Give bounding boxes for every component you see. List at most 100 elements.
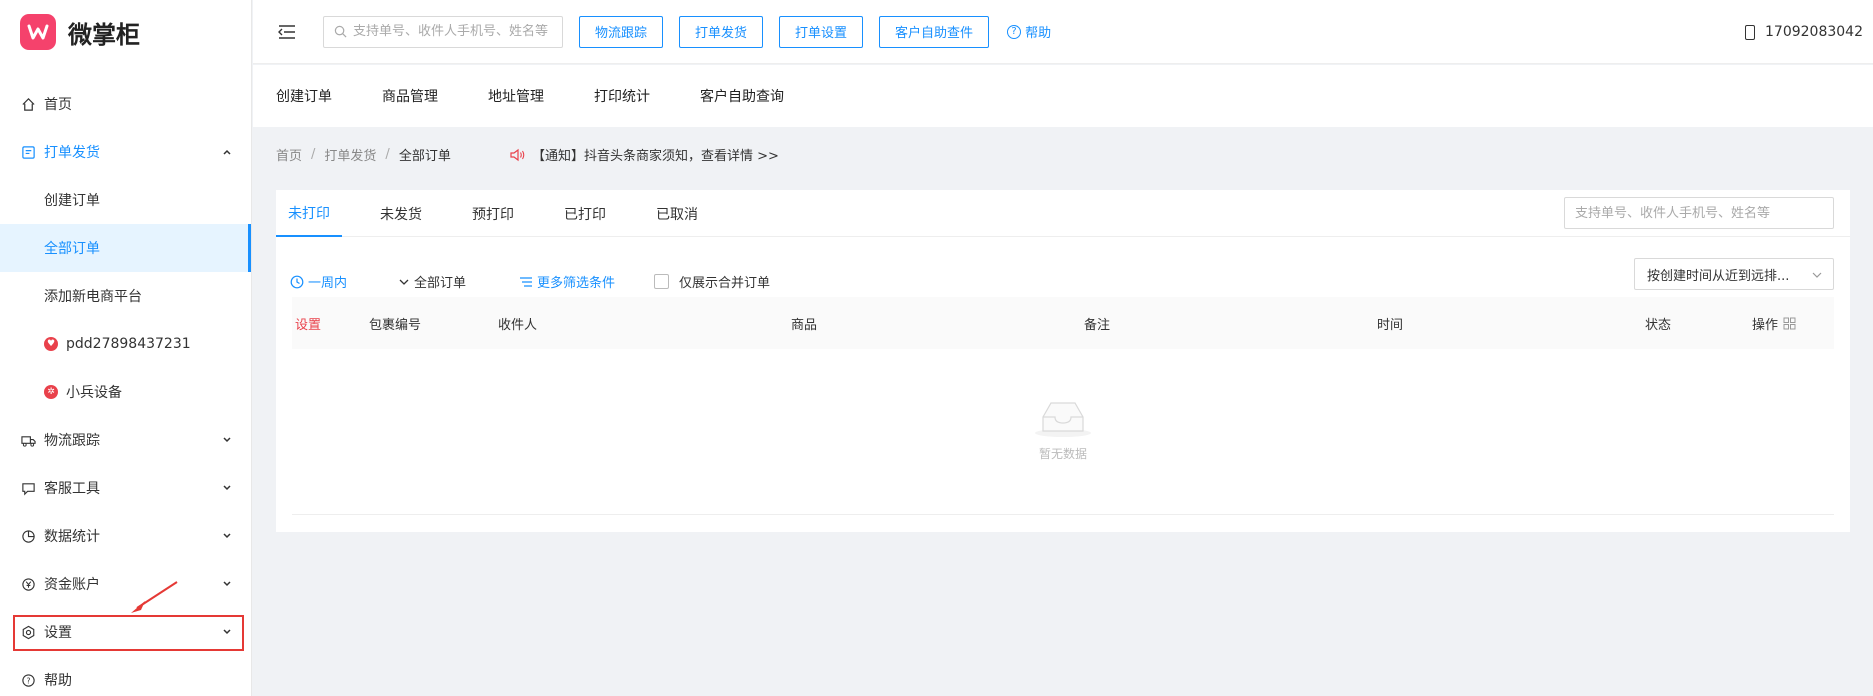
user-account[interactable]: 17092083042 bbox=[1745, 0, 1863, 64]
annotation-arrow-icon bbox=[131, 581, 178, 613]
global-search[interactable] bbox=[323, 15, 563, 48]
chat-icon bbox=[20, 480, 36, 496]
column-time: 时间 bbox=[1377, 317, 1404, 333]
time-range-label: 一周内 bbox=[308, 276, 348, 291]
sidebar-item-help[interactable]: ? 帮助 bbox=[0, 656, 251, 696]
sidebar-item-statistics[interactable]: 数据统计 bbox=[0, 512, 251, 560]
sidebar-subitem-device[interactable]: ✲ 小兵设备 bbox=[0, 368, 251, 416]
column-product: 商品 bbox=[791, 317, 818, 333]
tab-printed[interactable]: 已打印 bbox=[552, 190, 618, 237]
grid-settings-icon[interactable] bbox=[1783, 317, 1796, 330]
breadcrumb-current: 全部订单 bbox=[398, 149, 451, 164]
notice-banner[interactable]: 【通知】抖音头条商家须知，查看详情 >> bbox=[510, 145, 779, 164]
quicknav-print-stats[interactable]: 打印统计 bbox=[594, 86, 650, 106]
clock-icon bbox=[290, 275, 304, 288]
divider bbox=[292, 514, 1834, 515]
column-remark: 备注 bbox=[1084, 317, 1111, 333]
truck-icon bbox=[20, 432, 36, 448]
sidebar-subitem-label: pdd27898437231 bbox=[66, 336, 191, 352]
self-service-tracking-button[interactable]: 客户自助查件 bbox=[879, 15, 990, 48]
chevron-down-icon bbox=[223, 581, 231, 587]
order-tabs: 未打印 未发货 预打印 已打印 已取消 bbox=[276, 190, 1850, 237]
sidebar-subitem-label: 全部订单 bbox=[44, 241, 100, 257]
checkbox[interactable] bbox=[654, 274, 669, 289]
pie-chart-icon bbox=[20, 528, 36, 544]
user-phone-number: 17092083042 bbox=[1765, 24, 1863, 40]
tab-preprinted[interactable]: 预打印 bbox=[460, 190, 526, 237]
tab-cancelled[interactable]: 已取消 bbox=[644, 190, 710, 237]
notice-text: 【通知】抖音头条商家须知，查看详情 >> bbox=[532, 149, 779, 164]
order-search-input[interactable] bbox=[1575, 205, 1825, 221]
chevron-down-icon bbox=[223, 485, 231, 491]
sidebar-item-home[interactable]: 首页 bbox=[0, 80, 251, 128]
column-settings[interactable]: 设置 bbox=[295, 297, 321, 349]
sidebar-item-label: 物流跟踪 bbox=[44, 433, 100, 449]
sidebar-subitem-add-platform[interactable]: 添加新电商平台 bbox=[0, 272, 251, 320]
tab-unshipped[interactable]: 未发货 bbox=[368, 190, 434, 237]
quicknav-self-service[interactable]: 客户自助查询 bbox=[700, 86, 784, 106]
empty-state-text: 暂无数据 bbox=[1038, 447, 1087, 461]
print-ship-button[interactable]: 打单发货 bbox=[679, 15, 764, 48]
print-settings-button[interactable]: 打单设置 bbox=[779, 15, 864, 48]
sidebar-subitem-label: 创建订单 bbox=[44, 193, 100, 209]
order-search[interactable] bbox=[1564, 197, 1834, 229]
yen-icon bbox=[20, 576, 36, 592]
more-filters-button[interactable]: 更多筛选条件 bbox=[519, 272, 615, 291]
chevron-down-icon bbox=[223, 437, 231, 443]
sidebar-item-logistics[interactable]: 物流跟踪 bbox=[0, 416, 251, 464]
merged-only-checkbox[interactable]: 仅展示合并订单 bbox=[654, 272, 770, 291]
sort-select[interactable]: 按创建时间从近到远排... bbox=[1634, 258, 1834, 290]
breadcrumb: 首页 / 打单发货 / 全部订单 bbox=[276, 145, 451, 164]
empty-state: 暂无数据 bbox=[276, 395, 1850, 462]
global-search-input[interactable] bbox=[353, 24, 553, 39]
chevron-down-icon bbox=[223, 533, 231, 539]
help-icon: ? bbox=[1007, 24, 1022, 39]
orders-card: 未打印 未发货 预打印 已打印 已取消 一周内 全部订单 更多筛选条件 仅展示合… bbox=[276, 190, 1850, 532]
quicknav-create-order[interactable]: 创建订单 bbox=[276, 86, 332, 106]
sidebar-subitem-all-orders[interactable]: 全部订单 bbox=[0, 224, 251, 272]
column-actions[interactable]: 操作 bbox=[1752, 297, 1796, 349]
filter-list-icon bbox=[520, 276, 532, 287]
phone-icon bbox=[1745, 24, 1756, 40]
chevron-up-icon bbox=[223, 149, 231, 155]
sidebar-item-label: 资金账户 bbox=[44, 577, 100, 593]
sidebar-item-print-ship[interactable]: 打单发货 bbox=[0, 128, 251, 176]
order-type-filter[interactable]: 全部订单 bbox=[398, 272, 466, 291]
sidebar-item-cs-tools[interactable]: 客服工具 bbox=[0, 464, 251, 512]
home-icon bbox=[20, 96, 36, 112]
empty-inbox-icon bbox=[1035, 402, 1091, 437]
column-actions-label: 操作 bbox=[1752, 317, 1779, 333]
sidebar-subitem-label: 添加新电商平台 bbox=[44, 289, 142, 305]
store-badge-icon: ✲ bbox=[44, 385, 58, 399]
sidebar-subitem-create-order[interactable]: 创建订单 bbox=[0, 176, 251, 224]
sidebar: 微掌柜 首页 打单发货 创建订单 全部订单 添加新电商平台 ♥ pdd27898… bbox=[0, 0, 252, 696]
sidebar-subitem-label: 小兵设备 bbox=[66, 385, 122, 401]
breadcrumb-print-ship[interactable]: 打单发货 bbox=[324, 145, 376, 164]
quick-nav: 创建订单 商品管理 地址管理 打印统计 客户自助查询 bbox=[253, 65, 1873, 127]
sidebar-item-label: 首页 bbox=[44, 97, 72, 113]
print-order-icon bbox=[20, 144, 36, 160]
help-link[interactable]: ? 帮助 bbox=[1007, 22, 1051, 41]
sidebar-item-label: 打单发货 bbox=[44, 145, 100, 161]
order-type-label: 全部订单 bbox=[414, 276, 467, 291]
search-icon bbox=[334, 25, 347, 38]
brand-name: 微掌柜 bbox=[68, 20, 140, 49]
tab-unprinted[interactable]: 未打印 bbox=[276, 190, 342, 237]
logistics-button[interactable]: 物流跟踪 bbox=[579, 15, 664, 48]
column-package-no: 包裹编号 bbox=[369, 317, 422, 333]
sort-select-value: 按创建时间从近到远排... bbox=[1647, 268, 1790, 284]
quicknav-addresses[interactable]: 地址管理 bbox=[488, 86, 544, 106]
sidebar-subitem-pdd-store[interactable]: ♥ pdd27898437231 bbox=[0, 320, 251, 368]
column-recipient: 收件人 bbox=[498, 317, 538, 333]
chevron-down-icon bbox=[1812, 272, 1822, 278]
time-range-filter[interactable]: 一周内 bbox=[290, 272, 347, 291]
pdd-icon: ♥ bbox=[44, 337, 58, 351]
quicknav-products[interactable]: 商品管理 bbox=[382, 86, 438, 106]
help-link-label: 帮助 bbox=[1025, 26, 1052, 41]
chevron-down-icon bbox=[399, 279, 409, 285]
menu-fold-icon[interactable] bbox=[277, 22, 297, 42]
help-icon: ? bbox=[20, 672, 36, 688]
brand-logo bbox=[20, 14, 56, 50]
brand[interactable]: 微掌柜 bbox=[0, 0, 251, 64]
breadcrumb-home[interactable]: 首页 bbox=[276, 145, 302, 164]
